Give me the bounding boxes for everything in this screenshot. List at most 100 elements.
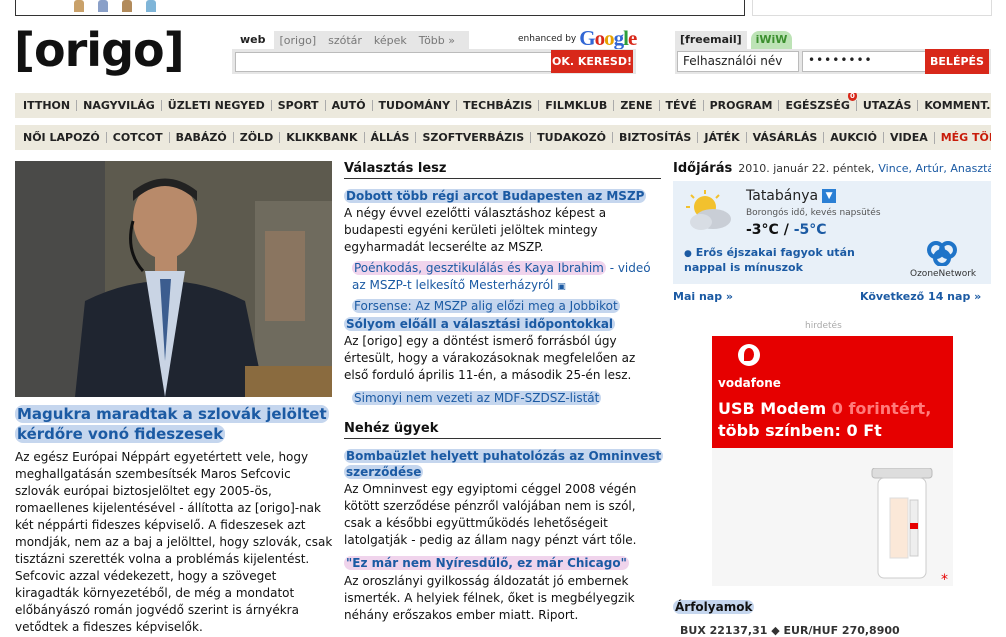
nav-item-zold[interactable]: ZÖLD	[232, 132, 279, 143]
article-link[interactable]: Dobott több régi arcot Budapesten az MSZ…	[344, 188, 662, 204]
nav-item-biztositas[interactable]: BIZTOSÍTÁS	[611, 132, 697, 143]
politician-photo	[15, 161, 332, 397]
nav-item-utazas[interactable]: UTAZÁS	[855, 100, 918, 111]
ozone-label: OzoneNetwork	[910, 269, 977, 279]
city-selector[interactable]: Tatabánya ▼	[746, 188, 837, 204]
article-link-text[interactable]: "Ez már nem Nyíresdűlő, ez már Chicago"	[344, 556, 629, 570]
search-input[interactable]	[235, 52, 553, 72]
article-link[interactable]: "Ez már nem Nyíresdűlő, ez már Chicago"	[344, 555, 662, 571]
nav-item-auto[interactable]: AUTÓ	[324, 100, 372, 111]
nav-more-link[interactable]: MÉG TÖBB ▾	[933, 131, 991, 144]
nav-item-babazo[interactable]: BABÁZÓ	[168, 132, 233, 143]
figure-icon	[98, 0, 108, 12]
vodafone-ad[interactable]: vodafone USB Modem 0 forintért, több szí…	[712, 336, 953, 586]
forecast-14-days-link[interactable]: Következő 14 nap »	[860, 290, 981, 303]
section-title: Választás lesz	[344, 161, 661, 179]
rates-title[interactable]: Árfolyamok	[673, 600, 755, 614]
rates-title-text[interactable]: Árfolyamok	[673, 600, 755, 614]
nav-item-allas[interactable]: ÁLLÁS	[363, 132, 416, 143]
temp-separator: /	[778, 222, 794, 238]
tab-freemail[interactable]: [freemail]	[675, 31, 747, 49]
article-text: Az Omninvest egy egyiptomi céggel 2008 v…	[344, 482, 637, 547]
related-link-text[interactable]: Poénkodás, gesztikulálás és Kaya Ibrahim	[352, 261, 606, 275]
nav-item-nagyvilag[interactable]: NAGYVILÁG	[76, 100, 161, 111]
city-name[interactable]: Tatabánya	[746, 188, 818, 204]
password-field[interactable]: ••••••••	[802, 51, 926, 72]
ad-label: hirdetés	[805, 321, 842, 331]
tab-iwiw[interactable]: iWiW	[750, 31, 793, 49]
nav-item-zene[interactable]: ZENE	[613, 100, 658, 111]
site-logo[interactable]: [origo]	[14, 24, 185, 76]
nav-item-filmklub[interactable]: FILMKLUB	[538, 100, 613, 111]
nav-item-uzleti-negyed[interactable]: ÜZLETI NEGYED	[160, 100, 271, 111]
related-link[interactable]: Simonyi nem vezeti az MDF-SZDSZ-listát	[344, 390, 662, 407]
related-link[interactable]: Poénkodás, gesztikulálás és Kaya Ibrahim…	[344, 260, 662, 296]
usb-modem-scale-icon	[871, 468, 933, 579]
nav-item-teve[interactable]: TÉVÉ	[658, 100, 703, 111]
nav-item-szoftverbazis[interactable]: SZOFTVERBÁZIS	[415, 132, 530, 143]
nav-item-vasarlas[interactable]: VÁSÁRLÁS	[745, 132, 824, 143]
enhanced-by-label: enhanced by	[518, 33, 577, 44]
article-link[interactable]: Bombaüzlet helyett puhatolózás az Omninv…	[344, 448, 664, 480]
temp-high: -3°C	[746, 222, 779, 238]
main-headline-text[interactable]: Magukra maradtak a szlovák jelöltet kérd…	[15, 405, 329, 443]
video-icon: ▣	[557, 282, 566, 292]
today-link[interactable]: Mai nap »	[673, 290, 733, 303]
login-button[interactable]: BELÉPÉS	[925, 49, 989, 74]
vodafone-logo-icon	[738, 344, 760, 366]
nav-item-techbazis[interactable]: TECHBÁZIS	[456, 100, 538, 111]
top-banner[interactable]	[15, 0, 745, 16]
related-link[interactable]: Forsense: Az MSZP alig előzi meg a Jobbi…	[344, 298, 662, 315]
article-link-text[interactable]: Sólyom előáll a választási időpontokkal	[344, 317, 616, 331]
ozone-logo[interactable]: OzoneNetwork	[910, 240, 976, 279]
main-nav: ITTHON NAGYVILÁG ÜZLETI NEGYED SPORT AUT…	[15, 93, 991, 118]
ad-headline: USB Modem 0 forintért,	[718, 399, 931, 418]
search-tabs: web [origo] szótár képek Több »	[232, 31, 469, 49]
nav-item-videa[interactable]: VIDEA	[882, 132, 934, 143]
rates-row[interactable]: BUX 22137,31 ◆ EUR/HUF 270,8900	[680, 624, 900, 637]
nav-item-itthon[interactable]: ITTHON	[15, 100, 76, 111]
search-tab-szotar[interactable]: szótár	[322, 34, 368, 47]
search-button[interactable]: OK. KERESD!	[551, 50, 633, 73]
username-field[interactable]: Felhasználói név	[677, 51, 799, 72]
article-link-text[interactable]: Bombaüzlet helyett puhatolózás az Omninv…	[344, 449, 664, 479]
temp-low: -5°C	[793, 222, 827, 238]
article-link[interactable]: Sólyom előáll a választási időpontokkal	[344, 316, 662, 332]
google-logo: Google	[579, 26, 637, 50]
search-tab-kepek[interactable]: képek	[368, 34, 413, 47]
nav-item-noi-lapozo[interactable]: NŐI LAPOZÓ	[15, 132, 106, 143]
nav-item-egeszseg-label: EGÉSZSÉG	[785, 99, 850, 112]
nav-item-program[interactable]: PROGRAM	[702, 100, 779, 111]
related-link-text[interactable]: Forsense: Az MSZP alig előzi meg a Jobbi…	[352, 299, 620, 313]
nav-item-cotcot[interactable]: COTCOT	[105, 132, 169, 143]
article-text: A négy évvel ezelőtti választáshoz képes…	[344, 206, 607, 254]
google-branding: enhanced by Google	[518, 26, 637, 51]
nav-item-sport[interactable]: SPORT	[270, 100, 325, 111]
weather-warning-text[interactable]: Erős éjszakai fagyok után nappal is mínu…	[684, 246, 855, 274]
name-days[interactable]: Vince, Artúr, Anasztázia	[878, 162, 991, 175]
weather-title: Időjárás	[673, 161, 733, 176]
warning-icon: ●	[684, 249, 692, 259]
temperatures: -3°C / -5°C	[746, 222, 827, 238]
main-headline[interactable]: Magukra maradtak a szlovák jelöltet kérd…	[15, 404, 335, 444]
section-nehez-ugyek: Nehéz ügyek Bombaüzlet helyett puhatolóz…	[344, 421, 664, 624]
nav-item-tudomany[interactable]: TUDOMÁNY	[371, 100, 457, 111]
nav-item-aukcio[interactable]: AUKCIÓ	[823, 132, 883, 143]
search-box: OK. KERESD!	[232, 49, 636, 74]
article-link-text[interactable]: Dobott több régi arcot Budapesten az MSZ…	[344, 189, 647, 203]
nav-item-komment[interactable]: KOMMENT.HU	[917, 100, 991, 111]
chevron-down-icon[interactable]: ▼	[822, 189, 837, 203]
figure-icon	[74, 0, 84, 12]
ad-line2: több színben: 0 Ft	[718, 421, 882, 440]
nav-item-tudakozo[interactable]: TUDAKOZÓ	[530, 132, 612, 143]
nav-item-jatek[interactable]: JÁTÉK	[697, 132, 745, 143]
related-link-text[interactable]: Simonyi nem vezeti az MDF-SZDSZ-listát	[352, 391, 602, 405]
ad-asterisk: *	[941, 572, 948, 588]
nav-item-klikkbank[interactable]: KLIKKBANK	[279, 132, 363, 143]
search-tab-more[interactable]: Több »	[413, 34, 461, 47]
main-article-photo[interactable]	[15, 161, 332, 397]
search-tab-origo[interactable]: [origo]	[274, 34, 323, 47]
nav-item-egeszseg[interactable]: EGÉSZSÉG 0	[778, 93, 857, 112]
weather-warning[interactable]: ● Erős éjszakai fagyok után nappal is mí…	[684, 246, 884, 274]
search-tab-web[interactable]: web	[232, 31, 274, 49]
